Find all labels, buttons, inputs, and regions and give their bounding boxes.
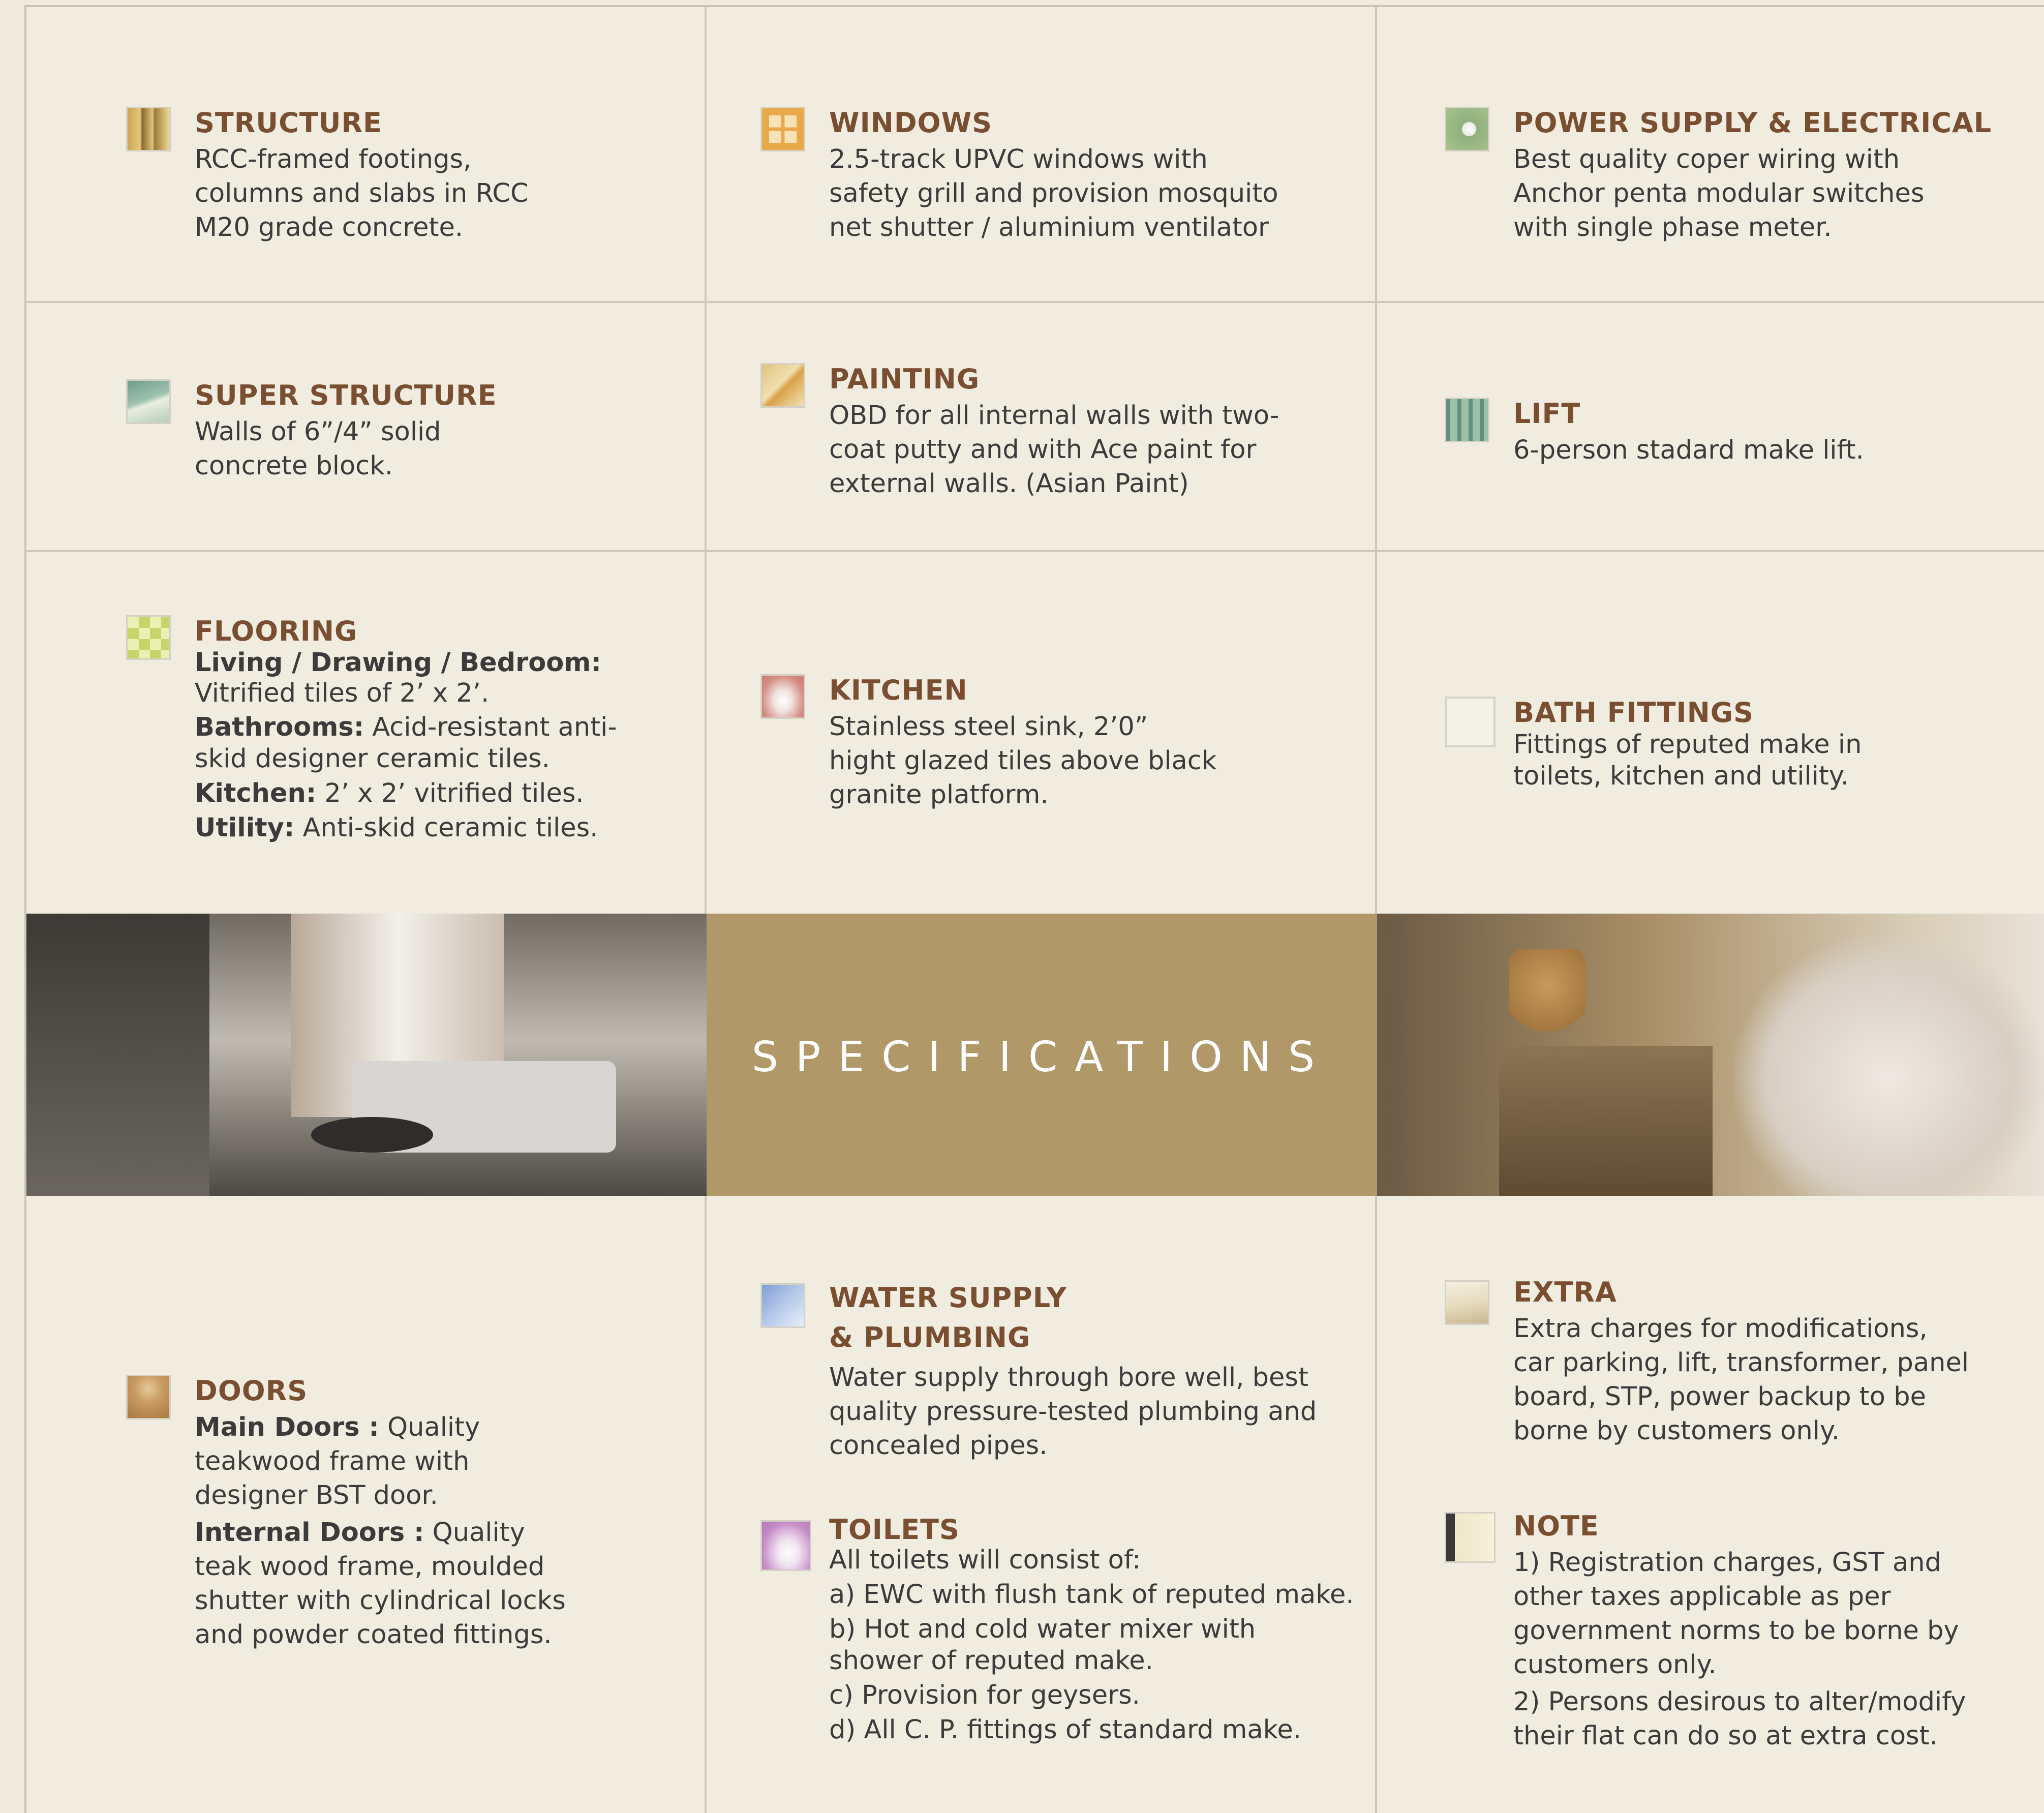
doors-internal-line: and powder coated fittings. (195, 1620, 552, 1650)
doors-main-line: Quality (379, 1412, 480, 1442)
note-title: NOTE (1513, 1510, 1599, 1542)
flooring-bath-text: Acid-resistant anti- (364, 712, 617, 742)
structure-title: STRUCTURE (195, 107, 382, 139)
extra-line: board, STP, power backup to be (1513, 1382, 1926, 1412)
windows-line: 2.5-track UPVC windows with (829, 144, 1208, 174)
super-structure-line: Walls of 6”/4” solid (195, 417, 441, 447)
bath-fittings-line: Fittings of reputed make in (1513, 730, 1862, 760)
bath-fittings-line: toilets, kitchen and utility. (1513, 761, 1849, 791)
coffee-table (311, 1117, 433, 1153)
toilets-item: c) Provision for geysers. (829, 1680, 1140, 1710)
note-line: government norms to be borne by (1513, 1616, 1959, 1646)
kitchen-line: hight glazed tiles above black (829, 746, 1217, 776)
flooring-living-text: Vitrified tiles of 2’ x 2’. (195, 678, 490, 708)
flooring-title: FLOORING (195, 615, 358, 647)
pillar-icon (126, 107, 171, 152)
flooring-bath-text-2: skid designer ceramic tiles. (195, 744, 550, 774)
living-room-photo (26, 914, 707, 1196)
extra-line: Extra charges for modifications, (1513, 1314, 1928, 1344)
power-line: Best quality coper wiring with (1513, 144, 1900, 174)
extra-icon (1445, 1280, 1489, 1325)
windows-line: net shutter / aluminium ventilator (829, 213, 1269, 243)
painting-line: external walls. (Asian Paint) (829, 469, 1189, 499)
bath-fittings-icon (1445, 697, 1496, 747)
doors-internal-line: teak wood frame, moulded (195, 1552, 545, 1582)
flooring-utility-text: Anti-skid ceramic tiles. (294, 813, 598, 843)
kitchen-line: granite platform. (829, 780, 1049, 810)
tv-wall-panel (26, 914, 209, 1196)
specifications-banner: SPECIFICATIONS (707, 914, 1377, 1196)
door-icon (126, 1375, 171, 1419)
water-supply-line: Water supply through bore well, best (829, 1363, 1308, 1393)
note-line: 1) Registration charges, GST and (1513, 1548, 1941, 1578)
windows-line: safety grill and provision mosquito (829, 178, 1278, 208)
electrical-icon (1445, 107, 1489, 152)
doors-internal-label: Internal Doors : (195, 1518, 424, 1548)
tile-icon (126, 615, 171, 660)
lift-title: LIFT (1513, 398, 1581, 430)
structure-line: M20 grade concrete. (195, 213, 464, 243)
paint-brush-icon (760, 363, 805, 408)
cabinet (1499, 1046, 1713, 1196)
toilets-title: TOILETS (829, 1514, 960, 1546)
extra-title: EXTRA (1513, 1276, 1617, 1308)
water-supply-line: quality pressure-tested plumbing and (829, 1397, 1317, 1427)
water-supply-line: concealed pipes. (829, 1431, 1048, 1461)
note-line: their flat can do so at extra cost. (1513, 1721, 1938, 1751)
toilets-item: b) Hot and cold water mixer with (829, 1614, 1256, 1644)
chimney-icon (760, 674, 805, 719)
flooring-utility-label: Utility: (195, 813, 295, 843)
note-icon (1445, 1512, 1496, 1563)
water-supply-title: WATER SUPPLY (829, 1282, 1067, 1314)
family-group (1733, 934, 2044, 1196)
wall-icon (126, 379, 171, 424)
row-divider (26, 301, 2044, 303)
extra-line: borne by customers only. (1513, 1416, 1840, 1446)
doors-main-line: teakwood frame with (195, 1446, 470, 1476)
note-line: other taxes applicable as per (1513, 1582, 1891, 1612)
painting-line: OBD for all internal walls with two- (829, 401, 1279, 431)
row-divider (26, 550, 2044, 552)
toilets-item: d) All C. P. fittings of standard make. (829, 1715, 1301, 1745)
flooring-kitchen-text: 2’ x 2’ vitrified tiles. (316, 778, 584, 808)
toilets-item: shower of reputed make. (829, 1646, 1153, 1676)
flooring-kitchen-label: Kitchen: (195, 778, 317, 808)
bath-fittings-title: BATH FITTINGS (1513, 697, 1754, 729)
super-structure-line: concrete block. (195, 451, 393, 481)
toilets-intro: All toilets will consist of: (829, 1545, 1141, 1575)
lift-line: 6-person stadard make lift. (1513, 435, 1864, 465)
power-line: Anchor penta modular switches (1513, 178, 1925, 208)
note-line: customers only. (1513, 1650, 1717, 1680)
power-line: with single phase meter. (1513, 213, 1832, 243)
flooring-living-label: Living / Drawing / Bedroom: (195, 648, 601, 678)
power-title: POWER SUPPLY & ELECTRICAL (1513, 107, 1992, 139)
toilets-item: a) EWC with flush tank of reputed make. (829, 1580, 1354, 1610)
painting-line: coat putty and with Ace paint for (829, 435, 1257, 465)
doors-main-label: Main Doors : (195, 1412, 379, 1442)
structure-line: columns and slabs in RCC (195, 178, 529, 208)
teddy-bear (1509, 949, 1585, 1051)
structure-line: RCC-framed footings, (195, 144, 472, 174)
windows-title: WINDOWS (829, 107, 993, 139)
water-supply-title-2: & PLUMBING (829, 1321, 1031, 1353)
kitchen-line: Stainless steel sink, 2’0” (829, 712, 1148, 742)
kitchen-title: KITCHEN (829, 674, 968, 706)
specifications-heading: SPECIFICATIONS (751, 1033, 1332, 1081)
specifications-sheet: STRUCTURE RCC-framed footings, columns a… (24, 5, 2044, 1813)
doors-main-line: designer BST door. (195, 1480, 438, 1510)
lift-icon (1445, 398, 1489, 442)
note-line: 2) Persons desirous to alter/modify (1513, 1687, 1966, 1717)
doors-internal-line: shutter with cylindrical locks (195, 1586, 566, 1616)
extra-line: car parking, lift, transformer, panel (1513, 1348, 1969, 1378)
painting-title: PAINTING (829, 363, 980, 395)
flooring-bath-label: Bathrooms: (195, 712, 364, 742)
toilet-icon (760, 1520, 811, 1571)
pipe-icon (760, 1283, 805, 1328)
doors-title: DOORS (195, 1375, 308, 1407)
window-icon (760, 107, 805, 152)
super-structure-title: SUPER STRUCTURE (195, 379, 497, 411)
family-photo (1377, 914, 2044, 1196)
doors-internal-line: Quality (424, 1518, 525, 1548)
